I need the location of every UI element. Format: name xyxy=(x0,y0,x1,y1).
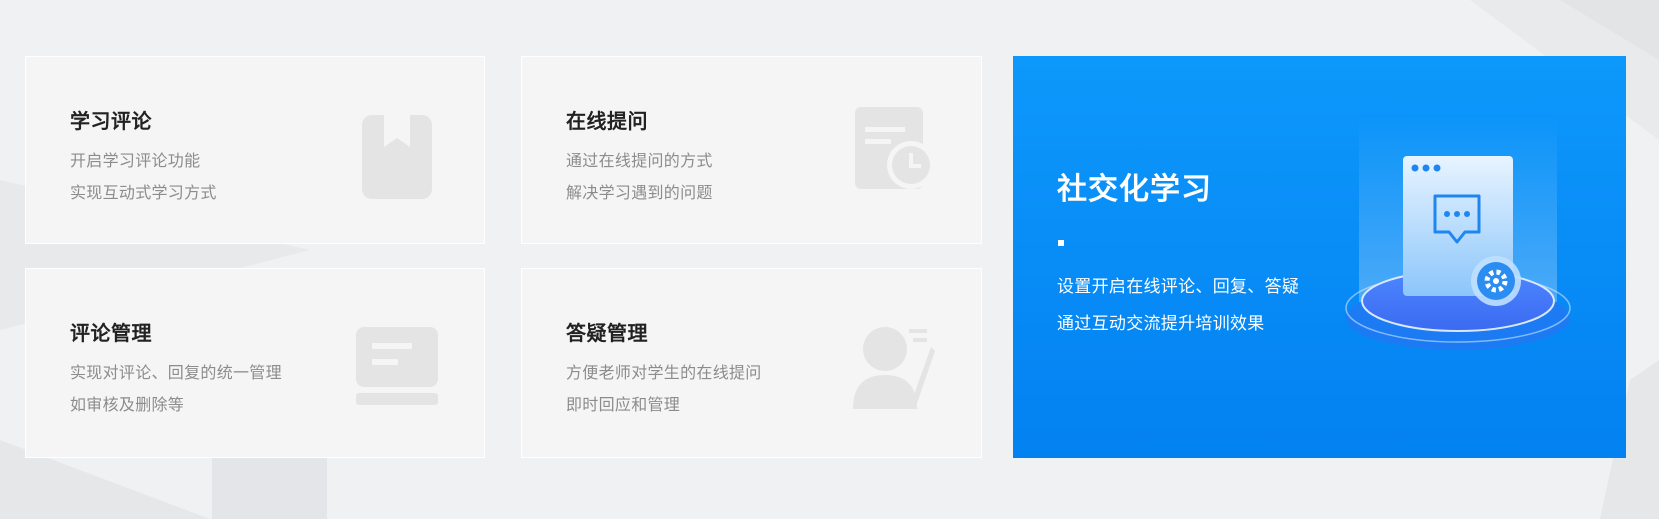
card-description-line: 实现对评论、回复的统一管理 xyxy=(70,363,282,382)
card-description-line: 解决学习遇到的问题 xyxy=(566,183,713,202)
feature-highlight-social-learning[interactable]: 社交化学习 设置开启在线评论、回复、答疑 通过互动交流提升培训效果 xyxy=(1013,56,1626,458)
card-title: 评论管理 xyxy=(70,321,152,345)
bullet-dot xyxy=(1058,240,1064,246)
feature-description-line: 设置开启在线评论、回复、答疑 xyxy=(1057,277,1300,297)
card-title: 在线提问 xyxy=(566,109,648,133)
card-title: 答疑管理 xyxy=(566,321,648,345)
feature-title: 社交化学习 xyxy=(1057,172,1212,207)
feature-card-qa-management[interactable]: 答疑管理 方便老师对学生的在线提问 即时回应和管理 xyxy=(521,268,982,458)
user-answer-icon xyxy=(853,327,935,409)
card-description-line: 开启学习评论功能 xyxy=(70,151,201,170)
card-description-line: 即时回应和管理 xyxy=(566,395,681,414)
card-description-line: 方便老师对学生的在线提问 xyxy=(566,363,762,382)
card-description-line: 如审核及删除等 xyxy=(70,395,185,414)
feature-description-line: 通过互动交流提升培训效果 xyxy=(1057,314,1265,334)
card-description-line: 实现互动式学习方式 xyxy=(70,183,217,202)
card-title: 学习评论 xyxy=(70,109,152,133)
bookmark-book-icon xyxy=(362,115,432,199)
feature-card-online-questions[interactable]: 在线提问 通过在线提问的方式 解决学习遇到的问题 xyxy=(521,56,982,244)
comment-list-icon xyxy=(356,327,438,405)
feature-card-learning-comments[interactable]: 学习评论 开启学习评论功能 实现互动式学习方式 xyxy=(25,56,485,244)
feature-card-comment-management[interactable]: 评论管理 实现对评论、回复的统一管理 如审核及删除等 xyxy=(25,268,485,458)
document-clock-icon xyxy=(855,107,935,189)
chat-document-gear-illustration xyxy=(1345,116,1571,350)
card-description-line: 通过在线提问的方式 xyxy=(566,151,713,170)
